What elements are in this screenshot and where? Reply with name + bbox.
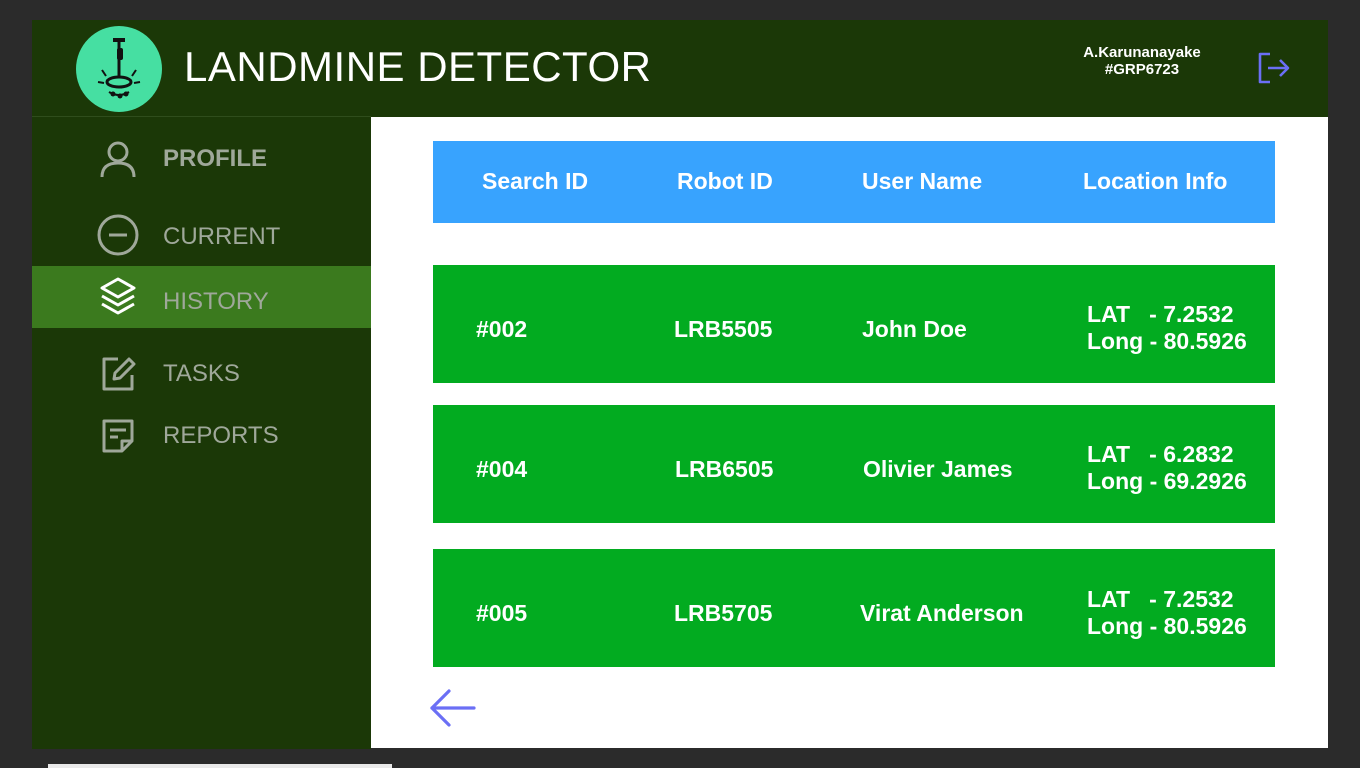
back-button[interactable] xyxy=(427,685,479,731)
sidebar-item-label: REPORTS xyxy=(163,422,279,449)
arrow-left-icon xyxy=(430,689,476,727)
user-name-cell: John Doe xyxy=(862,316,967,342)
sidebar-item-profile[interactable]: PROFILE xyxy=(32,123,371,185)
column-header-user-name: User Name xyxy=(862,168,983,194)
user-icon xyxy=(100,141,136,178)
history-panel: Search ID Robot ID User Name Location In… xyxy=(371,117,1328,748)
user-name-cell: Virat Anderson xyxy=(860,600,1024,626)
longitude-cell: Long - 80.5926 xyxy=(1087,328,1247,354)
user-info: A.Karunanayake #GRP6723 xyxy=(1062,44,1222,78)
edit-icon xyxy=(102,357,136,391)
app-title: LANDMINE DETECTOR xyxy=(184,43,652,90)
robot-id-cell: LRB5705 xyxy=(674,600,773,626)
column-header-search-id: Search ID xyxy=(482,168,589,194)
logout-button[interactable] xyxy=(1254,48,1294,88)
logout-icon xyxy=(1258,52,1290,84)
sidebar-item-tasks[interactable]: TASKS xyxy=(32,341,371,403)
layers-icon xyxy=(100,277,136,315)
latitude-cell: LAT - 6.2832 xyxy=(1087,441,1234,467)
latitude-cell: LAT - 7.2532 xyxy=(1087,301,1234,327)
sidebar-item-label: CURRENT xyxy=(163,223,281,250)
longitude-cell: Long - 69.2926 xyxy=(1087,468,1247,494)
report-icon xyxy=(102,419,134,453)
divider xyxy=(48,764,392,768)
robot-id-cell: LRB5505 xyxy=(674,316,773,342)
metal-detector-icon xyxy=(97,38,141,99)
app-logo xyxy=(76,26,162,112)
sidebar-item-label: TASKS xyxy=(163,360,240,387)
minus-circle-icon xyxy=(97,214,139,256)
sidebar: PROFILE CURRENT HISTORY TASKS REPORTS xyxy=(32,116,371,749)
sidebar-item-reports[interactable]: REPORTS xyxy=(32,403,371,465)
table-row[interactable]: #004 LRB6505 Olivier James LAT - 6.2832 … xyxy=(433,405,1275,523)
sidebar-item-history[interactable]: HISTORY xyxy=(32,266,371,328)
user-name-cell: Olivier James xyxy=(863,456,1013,482)
longitude-cell: Long - 80.5926 xyxy=(1087,613,1247,639)
app-window: LANDMINE DETECTOR A.Karunanayake #GRP672… xyxy=(32,20,1328,749)
table-header: Search ID Robot ID User Name Location In… xyxy=(433,141,1275,223)
search-id-cell: #004 xyxy=(476,456,528,482)
sidebar-item-label: HISTORY xyxy=(163,288,269,315)
header: LANDMINE DETECTOR A.Karunanayake #GRP672… xyxy=(32,20,1328,116)
sidebar-item-current[interactable]: CURRENT xyxy=(32,207,371,269)
search-id-cell: #002 xyxy=(476,316,528,342)
table-row[interactable]: #005 LRB5705 Virat Anderson LAT - 7.2532… xyxy=(433,549,1275,667)
latitude-cell: LAT - 7.2532 xyxy=(1087,586,1234,612)
column-header-location-info: Location Info xyxy=(1083,168,1228,194)
table-row[interactable]: #002 LRB5505 John Doe LAT - 7.2532 Long … xyxy=(433,265,1275,383)
user-group-id: #GRP6723 xyxy=(1104,61,1180,78)
column-header-robot-id: Robot ID xyxy=(677,168,773,194)
user-name: A.Karunanayake xyxy=(1083,44,1201,61)
sidebar-item-label: PROFILE xyxy=(163,145,268,172)
robot-id-cell: LRB6505 xyxy=(675,456,774,482)
search-id-cell: #005 xyxy=(476,600,528,626)
